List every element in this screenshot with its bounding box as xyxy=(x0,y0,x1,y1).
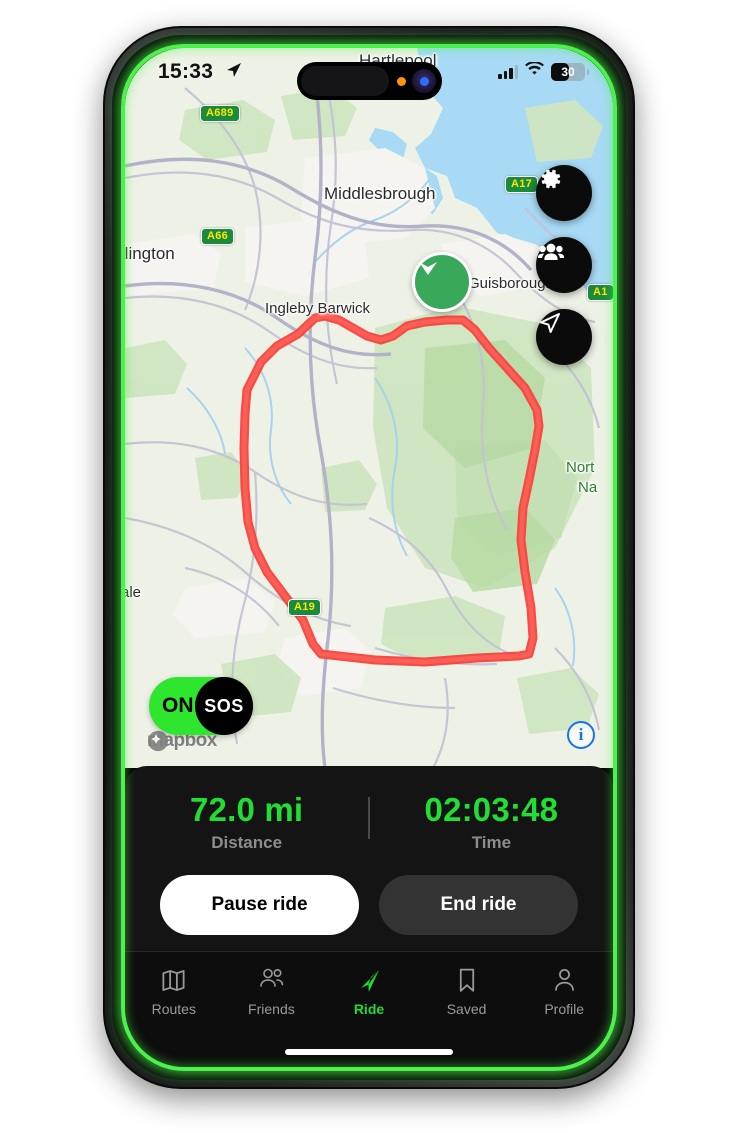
sos-toggle-state-label: ON xyxy=(162,694,194,717)
road-shield-a17: A17 xyxy=(505,176,539,193)
tab-friends[interactable]: Friends xyxy=(223,966,321,1017)
end-ride-button[interactable]: End ride xyxy=(379,875,578,935)
locate-button[interactable] xyxy=(536,309,592,365)
tab-friends-label: Friends xyxy=(248,1001,295,1017)
sos-toggle[interactable]: ON SOS xyxy=(149,677,253,735)
navigation-arrow-icon xyxy=(540,313,560,333)
map-icon xyxy=(160,966,187,994)
tab-saved-label: Saved xyxy=(446,1001,487,1017)
friends-button[interactable] xyxy=(536,237,592,293)
person-icon xyxy=(552,966,577,994)
tab-routes[interactable]: Routes xyxy=(125,966,223,1017)
time-value: 02:03:48 xyxy=(424,791,559,828)
map-view[interactable]: Hartlepool Middlesbrough rlington Ingleb… xyxy=(125,48,613,768)
home-indicator[interactable] xyxy=(285,1049,453,1055)
sos-toggle-knob-label: SOS xyxy=(204,695,244,716)
info-icon: i xyxy=(578,725,584,744)
road-shield-a19: A19 xyxy=(288,599,322,616)
road-shield-a1: A1 xyxy=(587,284,613,301)
distance-label: Distance xyxy=(211,833,283,852)
distance-value: 72.0 mi xyxy=(189,791,304,828)
people-icon xyxy=(257,966,285,994)
tab-ride-label: Ride xyxy=(353,1001,385,1017)
ride-stats: 72.0 mi Distance 02:03:48 Time xyxy=(125,766,613,853)
tab-ride[interactable]: Ride xyxy=(320,966,418,1017)
current-position-marker xyxy=(412,252,472,312)
road-shield-a689: A689 xyxy=(200,105,240,122)
tab-profile[interactable]: Profile xyxy=(515,966,613,1017)
ride-actions: Pause ride End ride xyxy=(125,853,613,935)
gear-icon xyxy=(541,169,561,189)
screenshot-stage: Hartlepool Middlesbrough rlington Ingleb… xyxy=(0,0,738,1133)
tab-profile-label: Profile xyxy=(544,1001,585,1017)
time-label: Time xyxy=(471,833,512,852)
road-shield-a66: A66 xyxy=(201,228,235,245)
map-info-button[interactable]: i xyxy=(567,721,595,749)
stat-distance: 72.0 mi Distance xyxy=(125,791,368,853)
tab-routes-label: Routes xyxy=(151,1001,196,1017)
stat-time: 02:03:48 Time xyxy=(370,791,613,853)
sos-toggle-knob[interactable]: SOS xyxy=(195,677,253,735)
group-people-icon xyxy=(538,243,564,260)
bookmark-icon xyxy=(456,966,478,994)
settings-button[interactable] xyxy=(536,165,592,221)
current-position-chevron-icon xyxy=(419,262,437,275)
tab-saved[interactable]: Saved xyxy=(418,966,516,1017)
navigate-icon xyxy=(355,966,383,994)
pause-ride-button[interactable]: Pause ride xyxy=(160,875,359,935)
phone-screen: Hartlepool Middlesbrough rlington Ingleb… xyxy=(125,48,613,1067)
mapbox-logo-icon xyxy=(147,730,169,752)
